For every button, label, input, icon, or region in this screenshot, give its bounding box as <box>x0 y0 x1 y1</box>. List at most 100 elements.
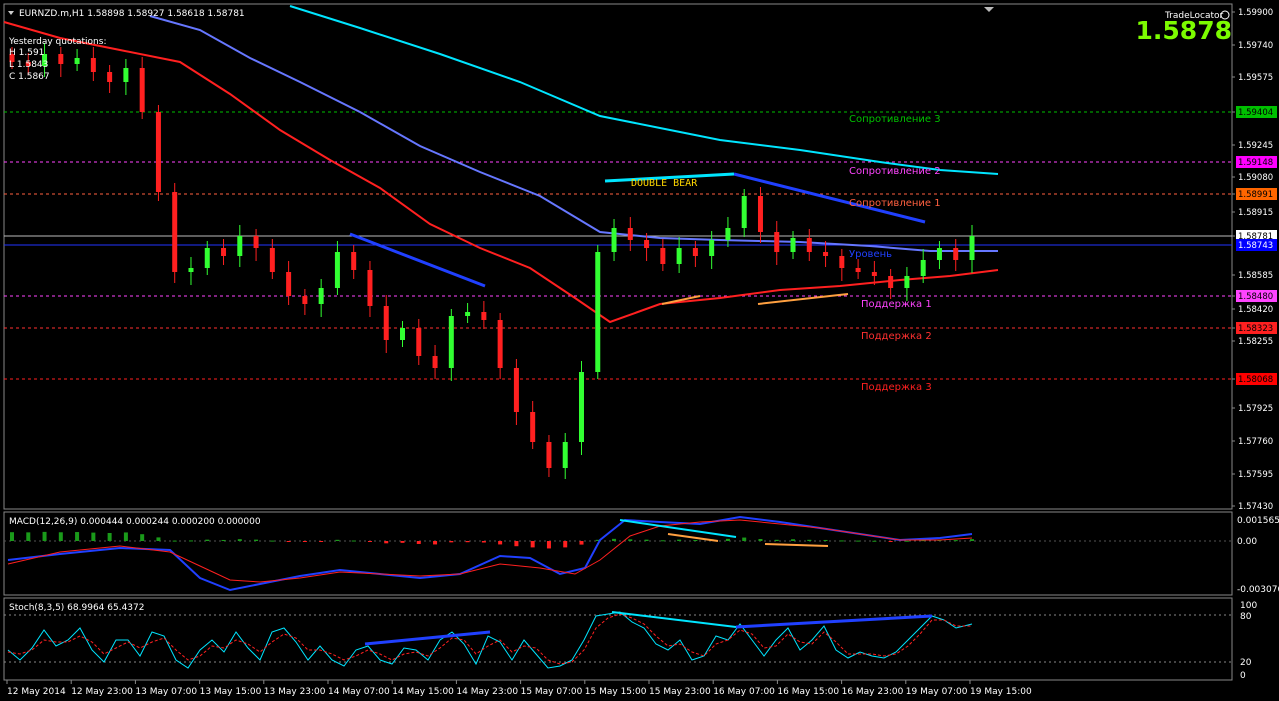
macd-bar <box>433 541 438 545</box>
time-tick-label: 14 May 07:00 <box>328 687 390 697</box>
macd-bar <box>140 534 145 541</box>
candle-body <box>513 368 519 412</box>
price-tick-label: 1.59080 <box>1238 173 1273 183</box>
ma-blue-line <box>149 15 998 252</box>
price-tick-label: 1.59575 <box>1238 73 1273 83</box>
macd-bar <box>42 531 47 541</box>
candle-body <box>562 442 568 468</box>
price-tick-label: 1.59740 <box>1238 41 1273 51</box>
candle-body <box>806 238 812 252</box>
stoch-tick-20: 20 <box>1240 658 1252 668</box>
macd-bar <box>465 541 470 543</box>
candle-body <box>904 276 910 288</box>
candle-body <box>188 268 194 272</box>
time-tick-label: 15 May 15:00 <box>585 687 647 697</box>
candle-body <box>269 248 275 272</box>
macd-bar <box>498 541 503 545</box>
candle-body <box>790 238 796 252</box>
time-tick-label: 19 May 07:00 <box>906 687 968 697</box>
time-tick-label: 15 May 07:00 <box>521 687 583 697</box>
macd-bar <box>970 539 974 541</box>
price-tick-label: 1.58915 <box>1238 208 1273 218</box>
macd-bar <box>286 541 291 542</box>
candle-body <box>497 320 503 368</box>
macd-bar <box>725 538 730 541</box>
candle-body <box>871 272 877 276</box>
macd-bar <box>856 540 861 542</box>
candle-body <box>644 240 650 248</box>
candle-body <box>481 312 487 320</box>
macd-signal-line <box>7 519 973 583</box>
candle-body <box>823 252 829 256</box>
candle-body <box>465 312 471 316</box>
price-tick-label: 1.58255 <box>1238 337 1273 347</box>
macd-bar <box>546 541 551 549</box>
big-price: 1.5878 <box>1136 16 1232 45</box>
macd-bar <box>530 541 535 548</box>
ma-cyan-line <box>289 5 999 175</box>
macd-bar <box>123 532 128 541</box>
candle-body <box>58 54 64 64</box>
macd-bar <box>156 537 161 541</box>
candle-body <box>855 268 861 272</box>
price-tick-label: 1.57595 <box>1238 470 1273 480</box>
yesterday-close: C 1.5867 <box>9 72 50 82</box>
candle-body <box>757 196 763 232</box>
macd-bar <box>514 541 519 547</box>
time-tick-label: 16 May 23:00 <box>842 687 904 697</box>
price-tag-label: 1.58743 <box>1238 241 1273 251</box>
candle-body <box>367 270 373 306</box>
chart-canvas: Сопротивление 3 Сопротивление 2 Сопротив… <box>3 3 1279 697</box>
macd-bar <box>839 540 844 542</box>
candle-body <box>448 316 454 368</box>
candle-body <box>155 112 161 192</box>
stoch-divergence-1 <box>364 630 491 646</box>
macd-bar <box>75 532 80 541</box>
macd-bar <box>221 539 226 541</box>
macd-bar <box>758 539 763 541</box>
scroll-marker-icon[interactable] <box>984 7 994 12</box>
macd-bar <box>270 540 275 542</box>
macd-bar <box>904 540 909 542</box>
candle-body <box>741 196 747 228</box>
candle-body <box>888 276 894 288</box>
candle-body <box>90 58 96 72</box>
price-tag-label: 1.58480 <box>1238 292 1273 302</box>
candle-body <box>546 442 552 468</box>
macd-bar <box>953 540 958 542</box>
candle-body <box>172 192 178 272</box>
macd-bar <box>319 541 324 542</box>
candle-body <box>221 248 227 256</box>
candle-body <box>400 328 406 340</box>
stoch-tick-80: 80 <box>1240 612 1252 622</box>
macd-bar <box>367 541 372 542</box>
candle-body <box>383 306 389 340</box>
time-tick-label: 14 May 15:00 <box>392 687 454 697</box>
macd-bar <box>823 539 828 541</box>
symbol-info: EURNZD.m,H1 1.58898 1.58927 1.58618 1.58… <box>19 9 245 19</box>
time-axis[interactable]: 12 May 2014 12 May 23:00 13 May 07:00 13 Ma… <box>6 680 1032 697</box>
candle-body <box>627 228 633 240</box>
macd-bar <box>58 532 63 541</box>
price-tick-label: 1.59245 <box>1238 141 1273 151</box>
main-panel-frame <box>3 3 1233 510</box>
time-tick-label: 14 May 23:00 <box>456 687 518 697</box>
time-tick-label: 13 May 15:00 <box>200 687 262 697</box>
yesterday-low: L 1.5843 <box>9 60 48 70</box>
price-tick-label: 1.58585 <box>1238 271 1273 281</box>
candle-body <box>74 58 80 64</box>
macd-tick-bottom: -0.003076 <box>1237 585 1279 595</box>
stoch-tick-0: 0 <box>1240 671 1246 681</box>
label-r2: Сопротивление 2 <box>849 166 941 177</box>
label-s3: Поддержка 3 <box>861 382 932 393</box>
macd-bar <box>449 541 454 543</box>
candle-body <box>351 252 357 270</box>
macd-bar <box>237 539 242 541</box>
macd-tick-top: 0.001565 <box>1237 516 1279 526</box>
symbol-dropdown-icon[interactable] <box>8 11 14 15</box>
price-axis[interactable]: 1.59900 1.59740 1.59575 1.59404 1.59245 1.590… <box>1232 8 1277 512</box>
macd-histogram <box>10 531 974 549</box>
candle-body <box>302 296 308 304</box>
price-tick-label: 1.57925 <box>1238 404 1273 414</box>
candle-body <box>969 236 975 260</box>
